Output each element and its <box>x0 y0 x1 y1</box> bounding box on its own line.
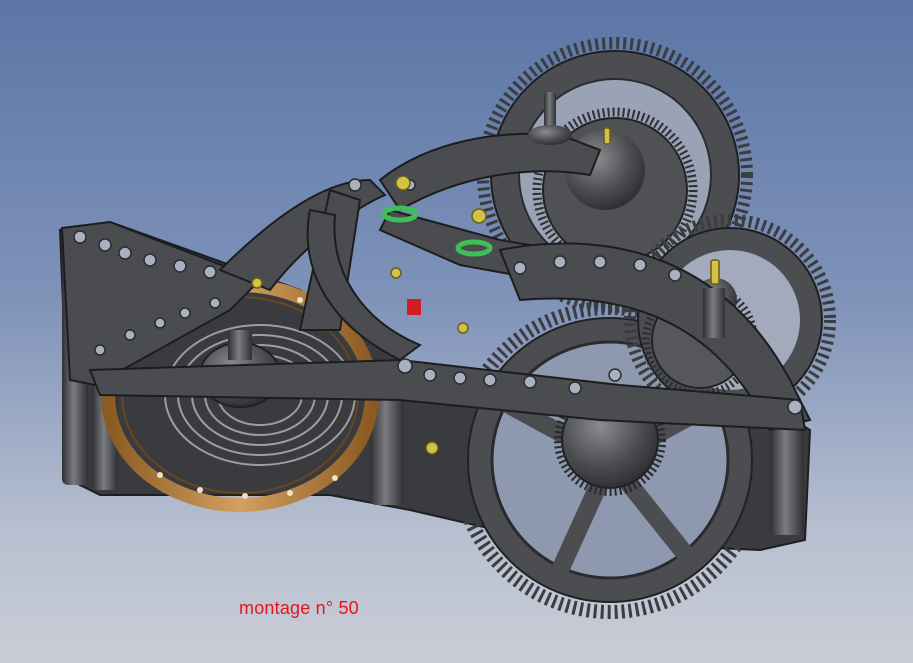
watch-movement-render <box>58 37 836 619</box>
cad-viewport: montage n° 50 <box>0 0 913 663</box>
red-marker <box>407 299 421 315</box>
assembly-caption: montage n° 50 <box>239 598 359 618</box>
